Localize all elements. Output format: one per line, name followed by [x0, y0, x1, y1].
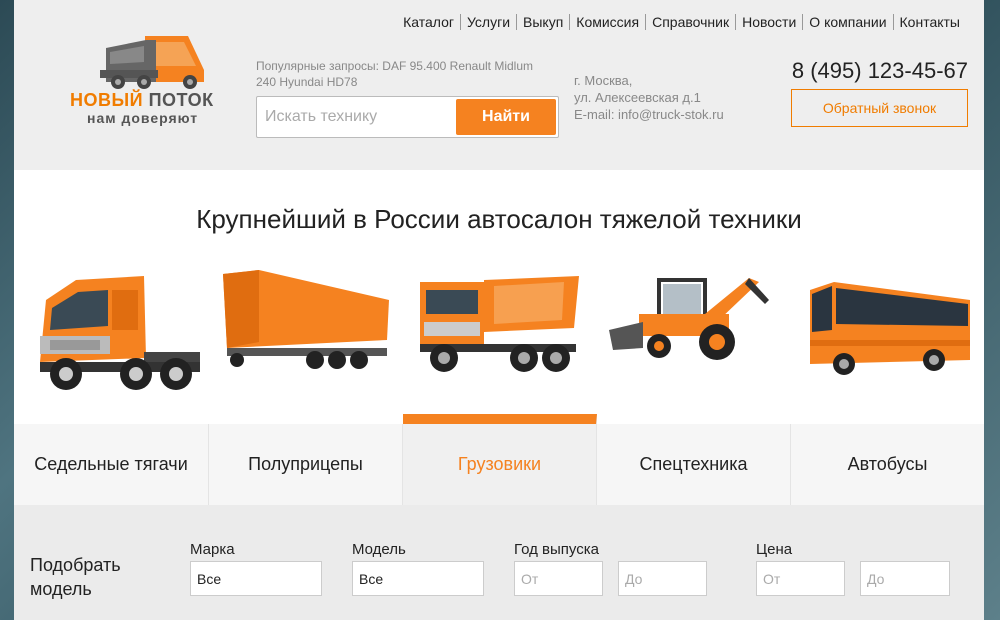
top-nav: Каталог Услуги Выкуп Комиссия Справочник… — [397, 14, 966, 30]
brand-select[interactable]: Все — [190, 561, 322, 596]
tab-buses[interactable]: Автобусы — [791, 424, 984, 505]
year-from-input[interactable]: От — [514, 561, 603, 596]
address-street: ул. Алексеевская д.1 — [574, 90, 701, 105]
tab-semi-trailers[interactable]: Полуприцепы — [209, 424, 403, 505]
filter-title: Подобрать модель — [30, 553, 170, 601]
logo[interactable]: НОВЫЙ ПОТОК нам доверяют — [70, 30, 230, 130]
filter-title-line-1: Подобрать — [30, 555, 121, 575]
tab-trucks[interactable]: Грузовики — [403, 414, 597, 505]
logo-tagline: нам доверяют — [87, 110, 199, 126]
semi-trailer-icon[interactable] — [219, 270, 394, 380]
dump-truck-icon[interactable] — [414, 270, 584, 380]
search-button[interactable]: Найти — [456, 99, 556, 135]
filter-title-line-2: модель — [30, 579, 92, 599]
logo-brand: НОВЫЙ ПОТОК — [70, 90, 214, 111]
year-label: Год выпуска — [514, 541, 599, 558]
category-tabs: Седельные тягачи Полуприцепы Грузовики С… — [14, 414, 984, 505]
year-to-input[interactable]: До — [618, 561, 707, 596]
brand-label: Марка — [190, 541, 235, 558]
callback-button[interactable]: Обратный звонок — [791, 89, 968, 127]
nav-news[interactable]: Новости — [735, 14, 802, 30]
nav-services[interactable]: Услуги — [459, 14, 516, 30]
popular-queries: Популярные запросы: DAF 95.400 Renault M… — [256, 59, 534, 89]
tab-special-equipment[interactable]: Спецтехника — [597, 424, 791, 505]
truck-logo-icon — [100, 36, 204, 89]
search-input[interactable] — [265, 105, 450, 129]
nav-contacts[interactable]: Контакты — [892, 14, 966, 30]
nav-about[interactable]: О компании — [802, 14, 892, 30]
backhoe-loader-icon[interactable] — [609, 270, 784, 370]
address-email[interactable]: E-mail: info@truck-stok.ru — [574, 106, 724, 123]
tractor-unit-icon[interactable] — [26, 270, 206, 400]
phone-number[interactable]: 8 (495) 123-45-67 — [792, 58, 968, 84]
tab-tractor-units[interactable]: Седельные тягачи — [14, 424, 209, 505]
logo-brand-b: ПОТОК — [148, 90, 214, 110]
model-filter: Подобрать модель Марка Все Модель Все Го… — [14, 505, 984, 620]
header: Каталог Услуги Выкуп Комиссия Справочник… — [14, 0, 984, 170]
hero-title: Крупнейший в России автосалон тяжелой те… — [196, 204, 802, 234]
nav-reference[interactable]: Справочник — [645, 14, 735, 30]
address-block: г. Москва, ул. Алексеевская д.1 E-mail: … — [574, 72, 724, 123]
price-label: Цена — [756, 541, 793, 558]
model-label: Модель — [352, 541, 406, 558]
hero: Крупнейший в России автосалон тяжелой те… — [14, 170, 984, 424]
logo-brand-a: НОВЫЙ — [70, 90, 144, 110]
price-from-input[interactable]: От — [756, 561, 845, 596]
nav-buyout[interactable]: Выкуп — [516, 14, 569, 30]
address-city: г. Москва, — [574, 73, 633, 88]
price-to-input[interactable]: До — [860, 561, 950, 596]
page: Каталог Услуги Выкуп Комиссия Справочник… — [14, 0, 984, 620]
nav-catalog[interactable]: Каталог — [397, 14, 460, 30]
model-select[interactable]: Все — [352, 561, 484, 596]
nav-commission[interactable]: Комиссия — [569, 14, 645, 30]
bus-icon[interactable] — [804, 280, 974, 380]
search-box: Найти — [256, 96, 559, 138]
